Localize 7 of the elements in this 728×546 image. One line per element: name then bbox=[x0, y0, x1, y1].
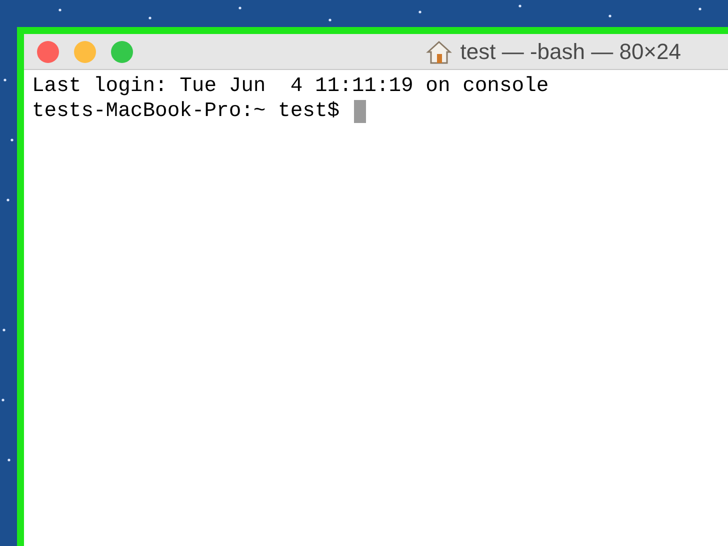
zoom-button[interactable] bbox=[111, 40, 133, 62]
close-button[interactable] bbox=[37, 40, 59, 62]
terminal-line: tests-MacBook-Pro:~ test$ bbox=[32, 99, 340, 124]
minimize-button[interactable] bbox=[74, 40, 96, 62]
house-icon bbox=[426, 40, 452, 64]
terminal-line: Last login: Tue Jun 4 11:11:19 on console bbox=[32, 74, 549, 99]
window-title: test — -bash — 80×24 bbox=[460, 38, 681, 66]
